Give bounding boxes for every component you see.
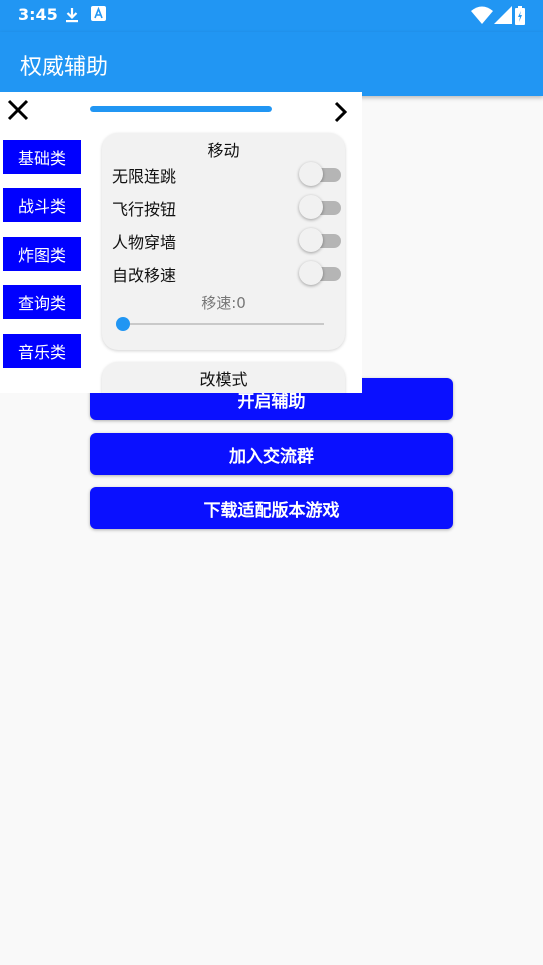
progress-bar bbox=[90, 106, 272, 112]
app-title: 权威辅助 bbox=[20, 55, 109, 80]
toggle-thumb bbox=[299, 162, 323, 186]
category-music-button[interactable]: 音乐类 bbox=[3, 334, 81, 368]
option-row-infinite-jump: 无限连跳 bbox=[112, 160, 341, 188]
download-game-button[interactable]: 下载适配版本游戏 bbox=[90, 487, 453, 529]
floating-menu-panel: 基础类 战斗类 炸图类 查询类 音乐类 移动 无限连跳 飞行按钮 人物穿墙 自改… bbox=[0, 92, 362, 393]
mode-card-title: 改模式 bbox=[199, 370, 248, 389]
option-row-wall-pass: 人物穿墙 bbox=[112, 226, 341, 254]
toggle-thumb bbox=[299, 195, 323, 219]
chevron-right-icon[interactable] bbox=[330, 100, 352, 124]
toggle-thumb bbox=[299, 228, 323, 252]
slider-track bbox=[122, 323, 324, 325]
option-label: 自改移速 bbox=[112, 266, 177, 285]
option-label: 飞行按钮 bbox=[112, 200, 177, 219]
option-row-custom-speed: 自改移速 bbox=[112, 259, 341, 287]
signal-icon bbox=[494, 6, 512, 24]
close-icon[interactable] bbox=[6, 98, 30, 122]
option-label: 人物穿墙 bbox=[112, 233, 177, 252]
a-notification-icon bbox=[91, 6, 106, 21]
app-bar: 权威辅助 bbox=[0, 32, 543, 96]
toggle-thumb bbox=[299, 261, 323, 285]
slider-thumb[interactable] bbox=[116, 317, 130, 331]
fly-button-toggle[interactable] bbox=[299, 195, 343, 219]
mode-settings-card: 改模式 bbox=[102, 362, 345, 393]
status-time: 3:45 bbox=[18, 5, 58, 24]
category-query-button[interactable]: 查询类 bbox=[3, 285, 81, 319]
option-row-fly-button: 飞行按钮 bbox=[112, 193, 341, 221]
wifi-icon bbox=[471, 6, 493, 24]
speed-label: 移速:0 bbox=[201, 294, 246, 312]
join-group-button[interactable]: 加入交流群 bbox=[90, 433, 453, 475]
category-basic-button[interactable]: 基础类 bbox=[3, 140, 81, 174]
option-label: 无限连跳 bbox=[112, 167, 177, 186]
move-settings-card: 移动 无限连跳 飞行按钮 人物穿墙 自改移速 移速:0 bbox=[102, 133, 345, 350]
download-icon bbox=[66, 8, 78, 23]
progress-fill bbox=[90, 106, 272, 112]
category-combat-button[interactable]: 战斗类 bbox=[3, 188, 81, 222]
wall-pass-toggle[interactable] bbox=[299, 228, 343, 252]
category-bomb-button[interactable]: 炸图类 bbox=[3, 237, 81, 271]
status-bar: 3:45 bbox=[0, 0, 543, 32]
move-card-title: 移动 bbox=[207, 141, 240, 160]
speed-slider[interactable] bbox=[116, 316, 328, 332]
infinite-jump-toggle[interactable] bbox=[299, 162, 343, 186]
custom-speed-toggle[interactable] bbox=[299, 261, 343, 285]
battery-icon bbox=[515, 6, 525, 25]
